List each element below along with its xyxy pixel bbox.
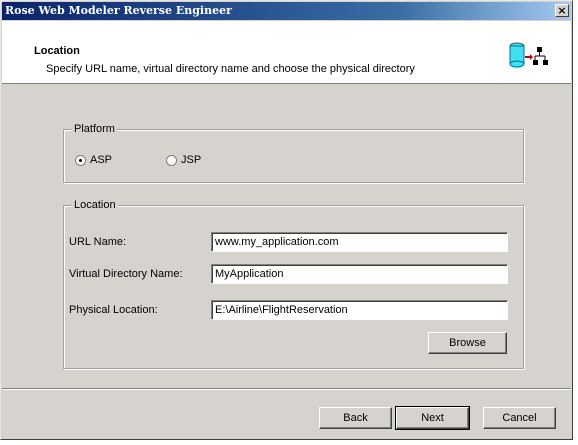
radio-selected-dot: [79, 158, 82, 162]
cancel-button[interactable]: Cancel: [483, 407, 556, 429]
radio-asp[interactable]: ASP: [75, 154, 112, 166]
back-button[interactable]: Back: [319, 407, 392, 429]
step-title: Location: [34, 45, 80, 57]
platform-legend: Platform: [72, 123, 117, 136]
location-group: Location URL Name: www.my_application.co…: [63, 199, 524, 369]
next-button[interactable]: Next: [395, 406, 470, 430]
wizard-header: Location Specify URL name, virtual direc…: [2, 21, 571, 84]
location-legend: Location: [72, 199, 118, 212]
url-name-field[interactable]: www.my_application.com: [211, 232, 508, 252]
radio-asp-circle[interactable]: [75, 154, 86, 166]
radio-jsp-circle[interactable]: [166, 154, 177, 166]
database-to-hierarchy-icon: [509, 42, 548, 68]
next-button-label: Next: [421, 412, 444, 424]
physical-location-label: Physical Location:: [69, 304, 158, 316]
radio-jsp[interactable]: JSP: [166, 154, 201, 166]
browse-button[interactable]: Browse: [428, 332, 507, 354]
virtual-directory-field[interactable]: MyApplication: [211, 264, 508, 284]
footer-separator: [2, 388, 571, 390]
title-bar[interactable]: Rose Web Modeler Reverse Engineer ×: [2, 2, 571, 20]
radio-jsp-label: JSP: [181, 154, 202, 166]
dialog-window: Rose Web Modeler Reverse Engineer × Loca…: [0, 0, 573, 440]
radio-asp-label: ASP: [90, 154, 113, 166]
close-icon: ×: [557, 4, 567, 17]
cancel-button-label: Cancel: [502, 412, 537, 424]
step-subtitle: Specify URL name, virtual directory name…: [46, 63, 415, 75]
back-button-label: Back: [343, 412, 368, 424]
browse-button-label: Browse: [449, 337, 486, 349]
platform-group: Platform ASP JSP: [63, 123, 524, 183]
close-button[interactable]: ×: [555, 4, 569, 17]
url-name-label: URL Name:: [69, 236, 127, 248]
physical-location-field[interactable]: E:\Airline\FlightReservation: [211, 300, 508, 320]
window-title: Rose Web Modeler Reverse Engineer: [5, 4, 232, 17]
virtual-directory-label: Virtual Directory Name:: [69, 268, 183, 280]
